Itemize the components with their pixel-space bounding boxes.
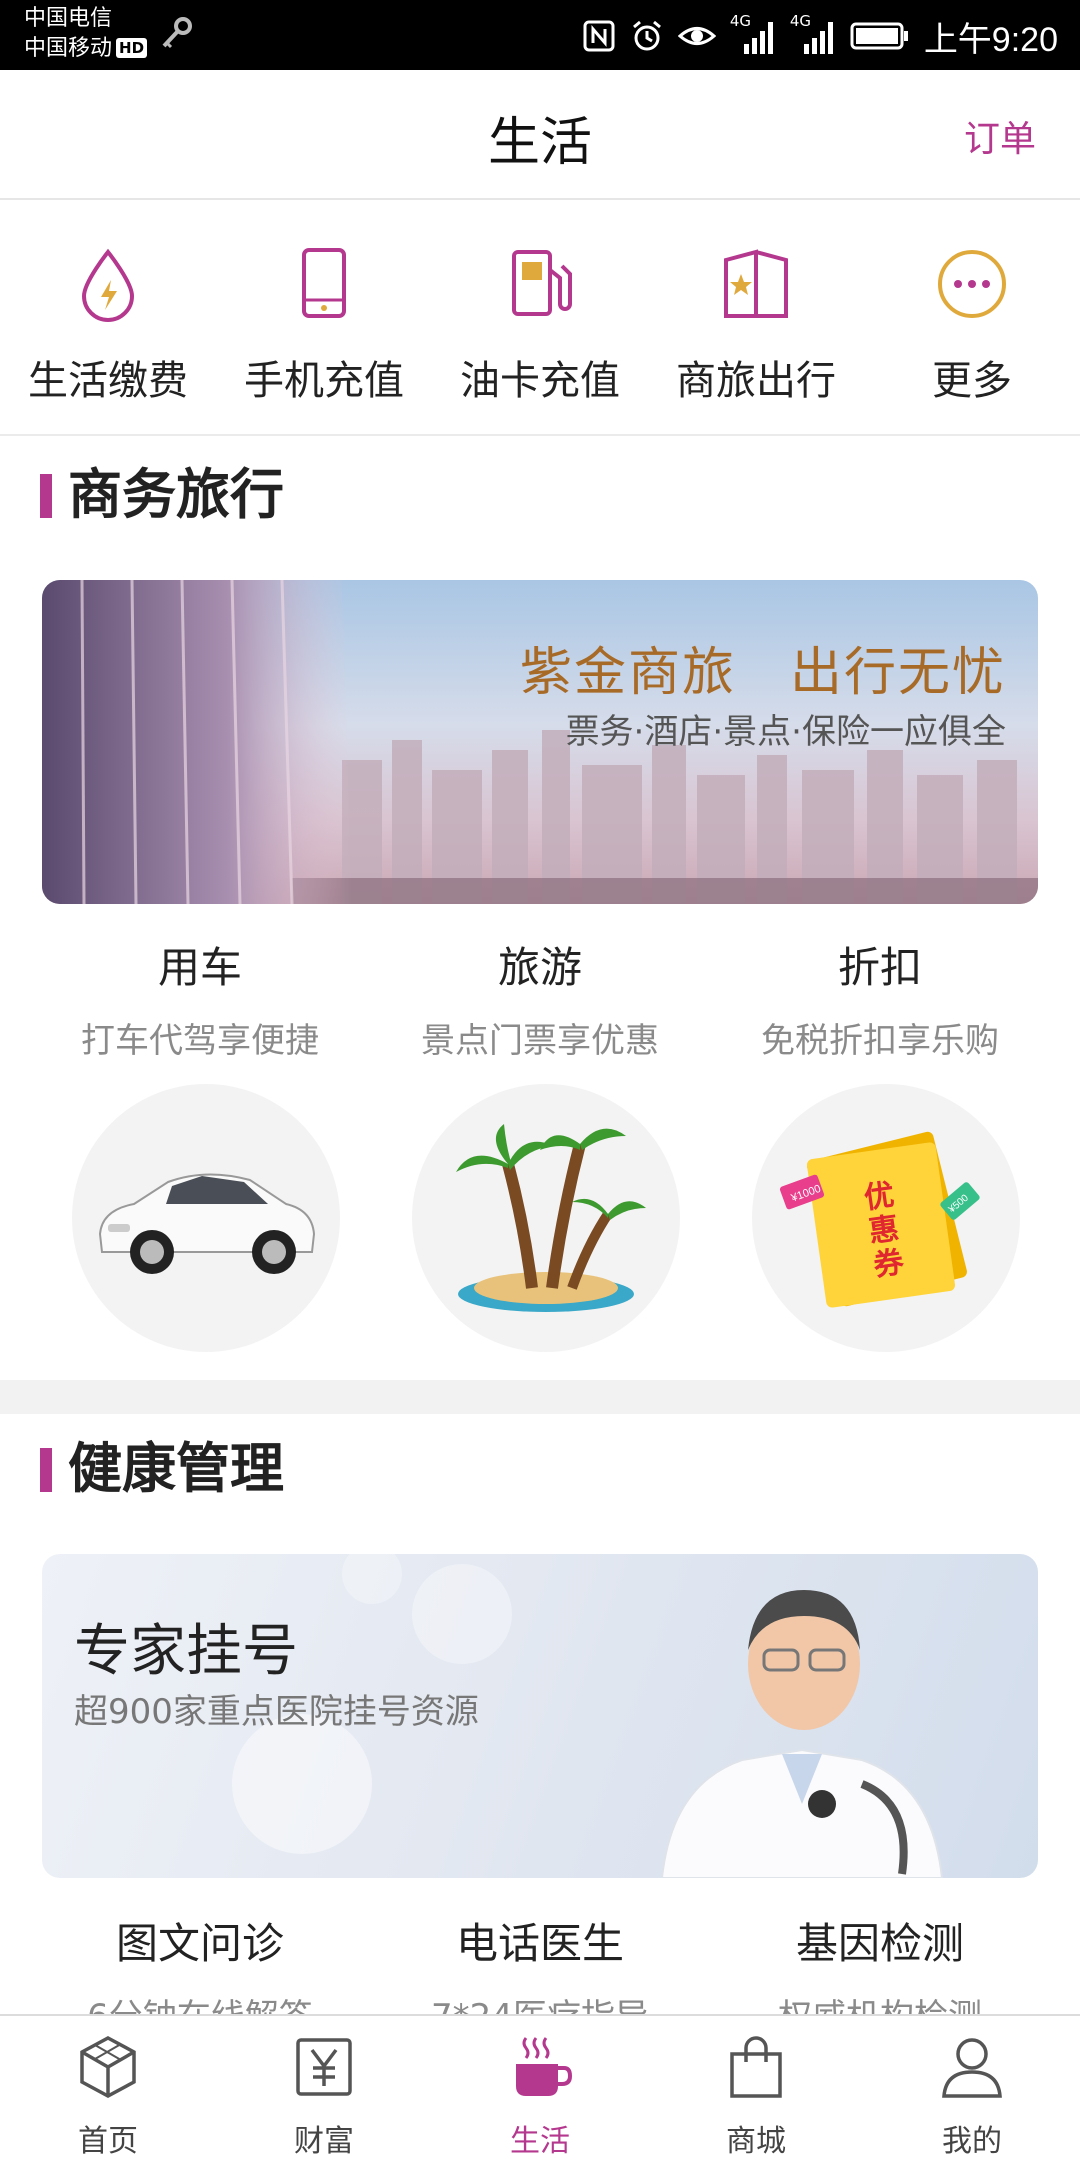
feature-title: 图文问诊 bbox=[115, 1919, 284, 1968]
section-divider bbox=[0, 1380, 1080, 1414]
feature-subtitle: 免税折扣享乐购 bbox=[761, 1021, 999, 1061]
feature-title: 用车 bbox=[157, 943, 242, 992]
section-heading-business-travel: 商务旅行 bbox=[40, 454, 284, 526]
tab-label: 财富 bbox=[294, 2124, 354, 2159]
signal-2-icon: 4G bbox=[790, 12, 836, 56]
map-star-icon bbox=[724, 249, 788, 318]
car-image[interactable] bbox=[72, 1084, 340, 1352]
fuel-pump-icon bbox=[512, 250, 572, 316]
palm-island-image[interactable] bbox=[412, 1084, 680, 1352]
bottom-tab-bar: 首页 财富 生活 商城 我的 bbox=[0, 2014, 1080, 2160]
section-title: 健康管理 bbox=[68, 1436, 284, 1500]
user-icon bbox=[942, 2038, 1002, 2098]
tab-wealth[interactable]: 财富 bbox=[216, 2016, 432, 2160]
feature-title: 基因检测 bbox=[795, 1919, 964, 1968]
more-dots-icon bbox=[938, 250, 1006, 318]
water-drop-bolt-icon bbox=[81, 248, 135, 322]
feature-title: 折扣 bbox=[837, 943, 922, 992]
service-label: 手机充值 bbox=[244, 358, 404, 404]
order-link[interactable]: 订单 bbox=[964, 110, 1036, 162]
battery-icon bbox=[850, 22, 908, 50]
alarm-icon bbox=[632, 20, 661, 51]
feature-discount[interactable]: 折扣 免税折扣享乐购 bbox=[700, 934, 1060, 1062]
feature-title: 电话医生 bbox=[455, 1919, 624, 1968]
service-utility-payment[interactable]: 生活缴费 bbox=[0, 202, 216, 434]
expert-registration-banner[interactable]: 专家挂号 超900家重点医院挂号资源 bbox=[42, 1554, 1038, 1878]
page-title: 生活 bbox=[487, 113, 592, 173]
feature-subtitle: 打车代驾享便捷 bbox=[81, 1021, 319, 1061]
shopping-bag-icon bbox=[730, 2036, 782, 2098]
signal-1-icon: 4G bbox=[730, 12, 776, 56]
status-time: 上午9:20 bbox=[923, 20, 1058, 59]
carrier-info: 中国电信 中国移动 HD bbox=[24, 4, 148, 64]
heading-accent-bar bbox=[40, 474, 52, 518]
tab-home[interactable]: 首页 bbox=[0, 2016, 216, 2160]
coffee-cup-icon bbox=[516, 2037, 572, 2096]
tab-label: 生活 bbox=[510, 2124, 570, 2159]
service-business-travel[interactable]: 商旅出行 bbox=[648, 202, 864, 434]
hd-badge: HD bbox=[116, 38, 148, 58]
tab-mall[interactable]: 商城 bbox=[648, 2016, 864, 2160]
service-phone-topup[interactable]: 手机充值 bbox=[216, 202, 432, 434]
cube-icon bbox=[80, 2036, 136, 2098]
service-label: 更多 bbox=[932, 358, 1012, 404]
coupon-image[interactable]: ¥1000 ¥500 优惠券 bbox=[752, 1084, 1020, 1352]
carrier-1: 中国电信 bbox=[24, 6, 113, 31]
key-icon bbox=[162, 17, 192, 49]
feature-subtitle: 景点门票享优惠 bbox=[421, 1021, 659, 1061]
banner-subtitle: 超900家重点医院挂号资源 bbox=[74, 1692, 479, 1732]
service-label: 商旅出行 bbox=[676, 358, 836, 404]
status-bar: 中国电信 中国移动 HD 4G 4G 上午9:20 bbox=[0, 0, 1080, 70]
banner-title: 紫金商旅 出行无忧 bbox=[519, 643, 1006, 703]
service-label: 油卡充值 bbox=[460, 358, 620, 404]
quick-services: 生活缴费 手机充值 油卡充值 商旅出行 更多 bbox=[0, 202, 1080, 436]
section-heading-health: 健康管理 bbox=[40, 1428, 284, 1500]
banner-subtitle: 票务·酒店·景点·保险一应俱全 bbox=[565, 712, 1006, 752]
nfc-icon bbox=[583, 20, 615, 52]
tab-label: 首页 bbox=[78, 2124, 138, 2159]
tab-label: 商城 bbox=[726, 2124, 786, 2159]
tab-life[interactable]: 生活 bbox=[432, 2016, 648, 2160]
tab-label: 我的 bbox=[942, 2124, 1002, 2159]
service-fuel-card[interactable]: 油卡充值 bbox=[432, 202, 648, 434]
feature-travel[interactable]: 旅游 景点门票享优惠 bbox=[360, 934, 720, 1062]
banner-title: 专家挂号 bbox=[74, 1619, 298, 1684]
eye-icon bbox=[677, 27, 716, 45]
feature-car[interactable]: 用车 打车代驾享便捷 bbox=[20, 934, 380, 1062]
service-more[interactable]: 更多 bbox=[864, 202, 1080, 434]
yuan-icon bbox=[296, 2038, 352, 2096]
section-title: 商务旅行 bbox=[68, 462, 284, 526]
carrier-2: 中国移动 bbox=[24, 36, 113, 61]
service-label: 生活缴费 bbox=[28, 358, 188, 404]
phone-icon bbox=[302, 248, 346, 318]
page-header: 生活 订单 bbox=[0, 70, 1080, 200]
feature-title: 旅游 bbox=[497, 943, 582, 992]
tab-mine[interactable]: 我的 bbox=[864, 2016, 1080, 2160]
business-travel-banner[interactable]: 紫金商旅 出行无忧 票务·酒店·景点·保险一应俱全 bbox=[42, 580, 1038, 904]
heading-accent-bar bbox=[40, 1448, 52, 1492]
